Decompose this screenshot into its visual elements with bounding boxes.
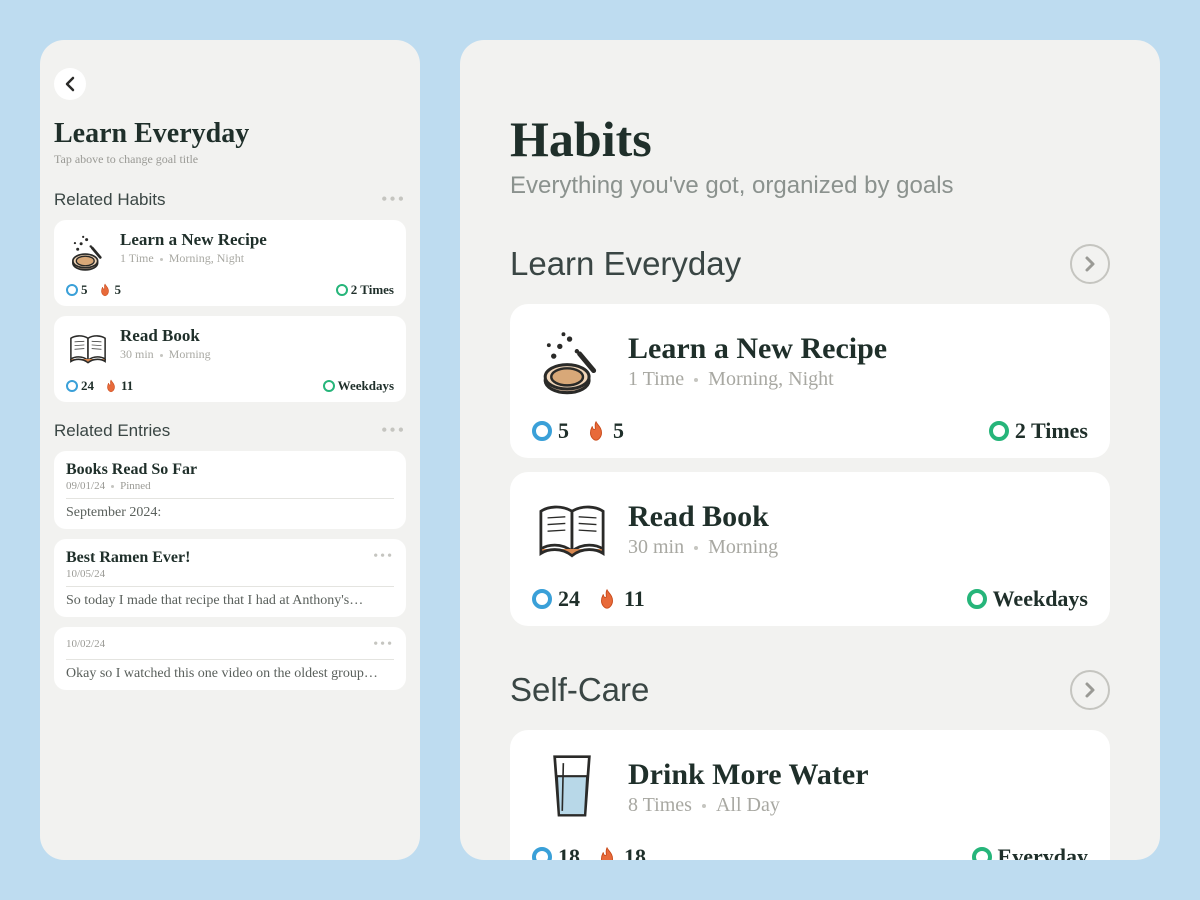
habits-panel: Habits Everything you've got, organized …	[460, 40, 1160, 860]
habit-meta: 30 minMorning	[120, 347, 211, 362]
glass-icon	[532, 748, 612, 826]
entry-card[interactable]: 10/02/24 ••• Okay so I watched this one …	[54, 627, 406, 690]
habit-meta: 1 TimeMorning, Night	[628, 368, 887, 391]
more-icon[interactable]: •••	[381, 189, 406, 210]
frequency-badge: Weekdays	[323, 378, 394, 394]
frequency-badge: Everyday	[972, 844, 1088, 860]
chevron-right-icon	[1078, 252, 1102, 276]
back-button[interactable]	[54, 68, 86, 100]
ring-icon	[323, 380, 335, 392]
streak-stat: 5	[585, 418, 624, 444]
habit-title: Read Book	[628, 500, 778, 534]
habit-meta: 8 TimesAll Day	[628, 794, 869, 817]
pan-icon	[532, 322, 612, 400]
page-subtitle: Everything you've got, organized by goal…	[510, 172, 1110, 200]
entry-card[interactable]: Books Read So Far 09/01/24Pinned Septemb…	[54, 451, 406, 529]
flame-icon	[98, 283, 112, 297]
more-icon[interactable]: •••	[373, 549, 394, 565]
entry-meta: 10/02/24	[66, 638, 105, 650]
entry-title: Best Ramen Ever!	[66, 549, 190, 567]
open-goal-button[interactable]	[1070, 244, 1110, 284]
entry-card[interactable]: Best Ramen Ever! 10/05/24 ••• So today I…	[54, 539, 406, 617]
chevron-left-icon	[58, 72, 82, 96]
entry-body: September 2024:	[66, 505, 394, 521]
frequency-badge: 2 Times	[989, 418, 1088, 444]
pan-icon	[66, 230, 110, 274]
habit-title: Drink More Water	[628, 758, 869, 792]
goal-heading: Learn Everyday	[510, 245, 741, 283]
ring-icon	[989, 421, 1009, 441]
habit-meta: 1 TimeMorning, Night	[120, 251, 267, 266]
count-stat: 5	[66, 282, 88, 298]
flame-icon	[596, 846, 618, 860]
ring-icon	[336, 284, 348, 296]
frequency-badge: 2 Times	[336, 282, 394, 298]
habit-card[interactable]: Read Book 30 minMorning 24 11 Weekdays	[54, 316, 406, 402]
streak-stat: 11	[596, 586, 645, 612]
page-title: Habits	[510, 110, 1110, 168]
count-stat: 5	[532, 418, 569, 444]
goal-detail-panel: Learn Everyday Tap above to change goal …	[40, 40, 420, 860]
habit-card[interactable]: Read Book 30 minMorning 24 11 Weekdays	[510, 472, 1110, 626]
entry-body: So today I made that recipe that I had a…	[66, 593, 394, 609]
book-icon	[532, 490, 612, 568]
habit-title: Read Book	[120, 326, 211, 346]
ring-icon	[532, 421, 552, 441]
entry-title: Books Read So Far	[66, 461, 394, 479]
ring-icon	[532, 589, 552, 609]
habit-card[interactable]: Learn a New Recipe 1 TimeMorning, Night …	[510, 304, 1110, 458]
ring-icon	[967, 589, 987, 609]
related-habits-heading: Related Habits	[54, 190, 166, 210]
ring-icon	[972, 847, 992, 860]
more-icon[interactable]: •••	[381, 420, 406, 441]
flame-icon	[104, 379, 118, 393]
ring-icon	[66, 380, 78, 392]
frequency-badge: Weekdays	[967, 586, 1088, 612]
count-stat: 18	[532, 844, 580, 860]
habit-meta: 30 minMorning	[628, 536, 778, 559]
goal-title[interactable]: Learn Everyday	[54, 118, 406, 150]
habit-card[interactable]: Drink More Water 8 TimesAll Day 18 18 Ev…	[510, 730, 1110, 860]
related-entries-heading: Related Entries	[54, 421, 170, 441]
habit-title: Learn a New Recipe	[120, 230, 267, 250]
ring-icon	[66, 284, 78, 296]
entry-body: Okay so I watched this one video on the …	[66, 666, 394, 682]
streak-stat: 11	[104, 378, 133, 394]
more-icon[interactable]: •••	[373, 637, 394, 653]
count-stat: 24	[532, 586, 580, 612]
streak-stat: 18	[596, 844, 646, 860]
flame-icon	[585, 420, 607, 442]
streak-stat: 5	[98, 282, 122, 298]
entry-meta: 09/01/24Pinned	[66, 480, 394, 492]
habit-title: Learn a New Recipe	[628, 332, 887, 366]
entry-meta: 10/05/24	[66, 568, 190, 580]
goal-subtitle: Tap above to change goal title	[54, 152, 406, 167]
open-goal-button[interactable]	[1070, 670, 1110, 710]
chevron-right-icon	[1078, 678, 1102, 702]
goal-heading: Self-Care	[510, 671, 649, 709]
ring-icon	[532, 847, 552, 860]
count-stat: 24	[66, 378, 94, 394]
flame-icon	[596, 588, 618, 610]
book-icon	[66, 326, 110, 370]
habit-card[interactable]: Learn a New Recipe 1 TimeMorning, Night …	[54, 220, 406, 306]
